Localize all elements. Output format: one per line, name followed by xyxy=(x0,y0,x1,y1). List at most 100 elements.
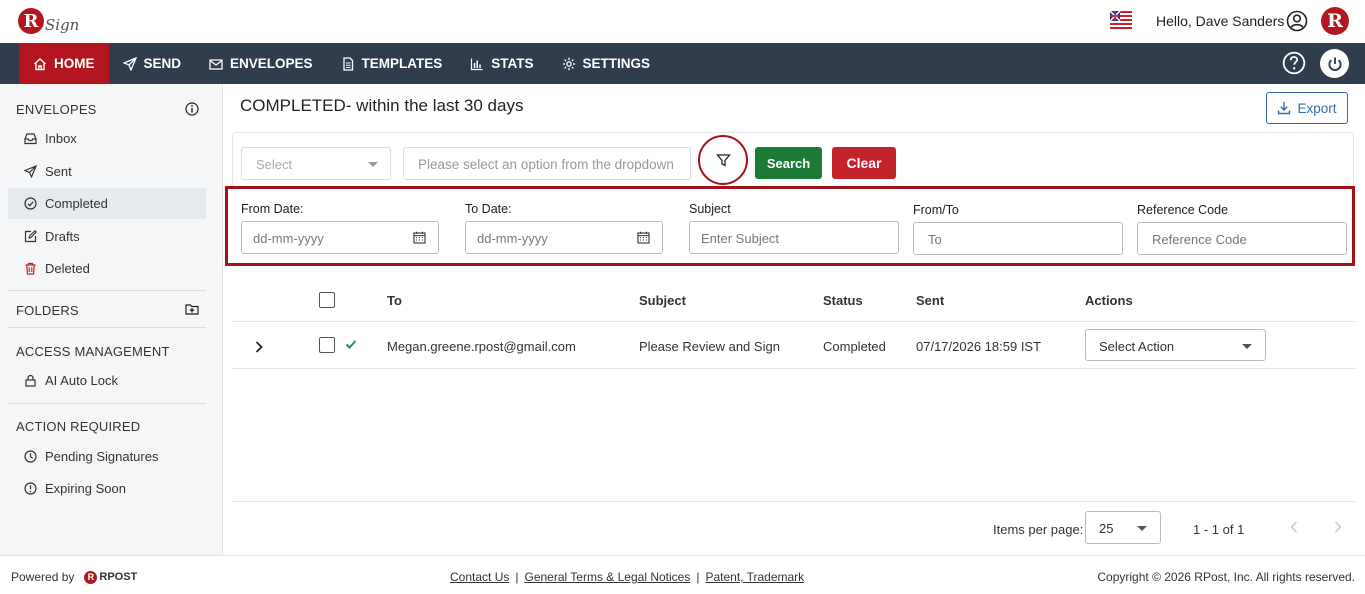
column-header-actions: Actions xyxy=(1085,293,1133,308)
subject-placeholder: Enter Subject xyxy=(701,231,780,246)
items-per-page-select[interactable]: 25 xyxy=(1085,511,1161,544)
calendar-icon[interactable] xyxy=(637,231,650,244)
select-all-checkbox[interactable] xyxy=(319,292,335,308)
fromto-field[interactable]: To xyxy=(913,222,1123,255)
chevron-down-icon xyxy=(368,162,378,167)
copyright: Copyright © 2026 RPost, Inc. All rights … xyxy=(1097,570,1355,584)
row-action-value: Select Action xyxy=(1099,339,1175,354)
clear-button[interactable]: Clear xyxy=(832,147,896,179)
sidebar-item-expiring-soon[interactable]: Expiring Soon xyxy=(8,473,206,504)
sidebar-section-access: ACCESS MANAGEMENT xyxy=(16,344,170,359)
sidebar-item-label: Deleted xyxy=(45,261,90,276)
column-header-subject[interactable]: Subject xyxy=(639,293,686,308)
pagination-divider xyxy=(232,501,1355,502)
nav-settings[interactable]: SETTINGS xyxy=(548,43,665,84)
column-header-to[interactable]: To xyxy=(387,293,402,308)
search-button[interactable]: Search xyxy=(755,147,822,179)
legal-notices-link[interactable]: General Terms & Legal Notices xyxy=(524,570,690,584)
sidebar-item-label: Completed xyxy=(45,196,108,211)
reference-code-placeholder: Reference Code xyxy=(1152,232,1247,247)
powered-by: Powered by R RPOST xyxy=(11,570,137,584)
nav-templates[interactable]: TEMPLATES xyxy=(327,43,457,84)
footer-separator: | xyxy=(515,570,519,584)
row-subject: Please Review and Sign xyxy=(639,339,780,354)
sidebar-item-pending-signatures[interactable]: Pending Signatures xyxy=(8,441,206,472)
advanced-filter-button[interactable] xyxy=(698,135,748,185)
row-action-select[interactable]: Select Action xyxy=(1085,329,1266,361)
to-date-field[interactable]: dd-mm-yyyy xyxy=(465,221,663,254)
rpost-logo[interactable]: R RPOST xyxy=(84,570,138,584)
pagination-range: 1 - 1 of 1 xyxy=(1193,522,1245,537)
user-profile-icon[interactable] xyxy=(1286,10,1308,32)
rpost-logo-text: RPOST xyxy=(99,571,138,583)
nav-envelopes-label: ENVELOPES xyxy=(230,56,313,71)
sidebar-item-ai-auto-lock[interactable]: AI Auto Lock xyxy=(8,365,206,396)
rsign-logo[interactable]: R Sign xyxy=(18,5,79,37)
from-date-placeholder: dd-mm-yyyy xyxy=(253,231,324,246)
sidebar-item-label: AI Auto Lock xyxy=(45,373,118,388)
column-header-status[interactable]: Status xyxy=(823,293,863,308)
logout-button[interactable] xyxy=(1320,49,1349,78)
contact-us-link[interactable]: Contact Us xyxy=(450,570,509,584)
check-circle-icon xyxy=(24,197,37,210)
sidebar-item-inbox[interactable]: Inbox xyxy=(8,123,206,154)
row-checkbox[interactable] xyxy=(319,337,335,353)
sidebar-divider xyxy=(8,290,206,291)
clock-icon xyxy=(24,450,37,463)
sidebar-item-label: Expiring Soon xyxy=(45,481,126,496)
sidebar-item-drafts[interactable]: Drafts xyxy=(8,221,206,252)
nav-home-label: HOME xyxy=(54,56,95,71)
select-placeholder: Select xyxy=(256,157,293,172)
export-label: Export xyxy=(1297,100,1337,116)
filter-type-select[interactable]: Select xyxy=(241,147,391,180)
nav-send[interactable]: SEND xyxy=(109,43,196,84)
sidebar-item-deleted[interactable]: Deleted xyxy=(8,253,206,284)
sidebar-item-label: Drafts xyxy=(45,229,80,244)
sidebar-item-sent[interactable]: Sent xyxy=(8,156,206,187)
alert-circle-icon xyxy=(24,482,37,495)
info-icon[interactable] xyxy=(185,102,199,116)
sidebar-item-label: Sent xyxy=(45,164,72,179)
download-icon xyxy=(1278,102,1291,115)
next-page-icon[interactable] xyxy=(1332,520,1344,534)
calendar-icon[interactable] xyxy=(413,231,426,244)
add-folder-icon[interactable] xyxy=(185,302,199,316)
reference-code-field[interactable]: Reference Code xyxy=(1137,222,1347,255)
nav-home[interactable]: HOME xyxy=(19,43,109,84)
patent-trademark-link[interactable]: Patent, Trademark xyxy=(705,570,804,584)
row-recipient: Megan.greene.rpost@gmail.com xyxy=(387,339,576,354)
chart-icon xyxy=(471,58,483,70)
chevron-down-icon xyxy=(1137,526,1147,531)
chevron-right-icon[interactable] xyxy=(254,340,264,354)
sidebar-item-label: Pending Signatures xyxy=(45,449,159,464)
envelope-icon xyxy=(209,58,223,70)
from-date-field[interactable]: dd-mm-yyyy xyxy=(241,221,439,254)
to-date-placeholder: dd-mm-yyyy xyxy=(477,231,548,246)
sidebar: ENVELOPES Inbox Sent Completed Drafts De… xyxy=(0,84,223,555)
uk-flag-icon[interactable] xyxy=(1110,11,1132,31)
export-button[interactable]: Export xyxy=(1266,92,1348,124)
user-greeting: Hello, Dave Sanders xyxy=(1156,13,1285,29)
nav-settings-label: SETTINGS xyxy=(582,56,651,71)
nav-envelopes[interactable]: ENVELOPES xyxy=(195,43,327,84)
main-nav: HOME SEND ENVELOPES TEMPLATES STATS SETT… xyxy=(0,43,1365,84)
row-sent-date: 07/17/2026 18:59 IST xyxy=(916,339,1042,354)
filter-value-input[interactable]: Please select an option from the dropdow… xyxy=(403,147,691,180)
fromto-label: From/To xyxy=(913,203,959,217)
items-per-page-value: 25 xyxy=(1099,521,1114,536)
rpost-avatar[interactable]: R xyxy=(1321,7,1349,35)
help-icon[interactable] xyxy=(1282,51,1306,75)
footer-links: Contact Us | General Terms & Legal Notic… xyxy=(450,570,804,584)
sidebar-divider xyxy=(8,403,206,404)
home-icon xyxy=(34,57,46,70)
nav-stats[interactable]: STATS xyxy=(456,43,547,84)
sidebar-section-folders: FOLDERS xyxy=(16,303,79,318)
sidebar-item-completed[interactable]: Completed xyxy=(8,188,206,219)
column-header-sent[interactable]: Sent xyxy=(916,293,944,308)
previous-page-icon[interactable] xyxy=(1288,520,1300,534)
sidebar-item-label: Inbox xyxy=(45,131,77,146)
gear-icon xyxy=(562,57,575,70)
powered-by-label: Powered by xyxy=(11,570,75,584)
logo-text: Sign xyxy=(45,16,80,34)
subject-field[interactable]: Enter Subject xyxy=(689,221,899,254)
